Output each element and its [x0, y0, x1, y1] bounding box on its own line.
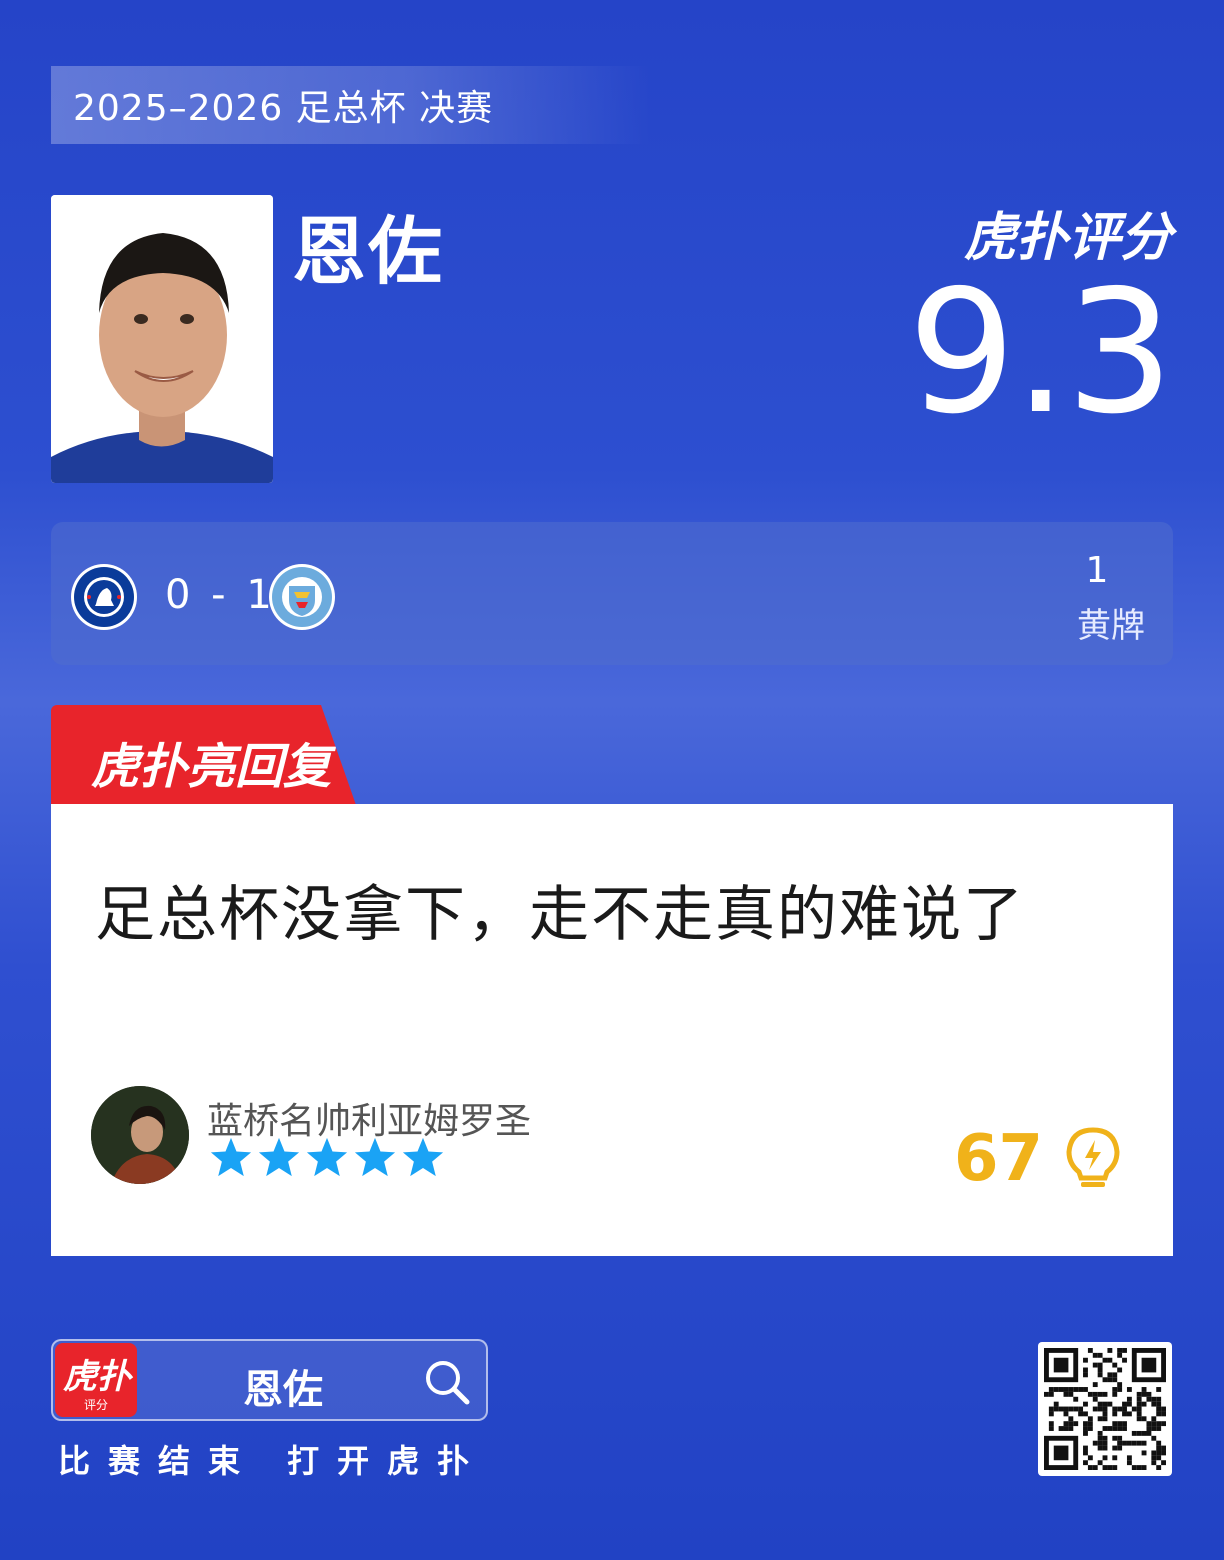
- open-app-prompt: 比赛结束 打开虎扑: [58, 1442, 488, 1480]
- highlight-reply-title-text: 虎扑亮回复: [91, 739, 332, 795]
- search-query: 恩佐: [243, 1367, 323, 1413]
- reply-text: 足总杯没拿下，走不走真的难说了: [95, 880, 1025, 950]
- yellow-card-count: 1: [1085, 550, 1109, 591]
- user-avatar[interactable]: [91, 1086, 189, 1184]
- lightbulb-like-icon[interactable]: [1063, 1126, 1123, 1192]
- star-icon: [210, 1137, 252, 1177]
- like-count: 67: [953, 1122, 1043, 1196]
- reply-card[interactable]: 足总杯没拿下，走不走真的难说了 蓝桥名帅利亚姆罗圣 67: [51, 804, 1173, 1256]
- app-icon-title: 虎扑: [63, 1357, 131, 1397]
- match-score: 0 - 1: [165, 572, 276, 618]
- player-photo-icon: [51, 195, 273, 483]
- chelsea-badge-icon[interactable]: [69, 562, 139, 632]
- search-bar[interactable]: 虎扑 评分 恩佐: [51, 1339, 488, 1421]
- man-city-badge-icon[interactable]: [267, 562, 337, 632]
- player-name: 恩佐: [292, 209, 444, 295]
- star-icon: [402, 1137, 444, 1177]
- player-portrait: [51, 195, 273, 483]
- highlight-reply-title: 虎扑亮回复: [91, 727, 331, 797]
- app-icon-subtitle: 评分: [83, 1398, 108, 1412]
- rating-score: 9.3: [907, 254, 1174, 452]
- qr-code-icon: [1044, 1348, 1166, 1470]
- hupu-app-icon[interactable]: 虎扑 评分: [55, 1343, 137, 1417]
- score-panel: 0 - 1 1 黄牌: [51, 522, 1173, 665]
- match-title: 2025–2026 足总杯 决赛: [51, 66, 651, 144]
- search-icon[interactable]: [424, 1359, 470, 1405]
- highlight-reply-banner: 虎扑亮回复: [51, 705, 356, 805]
- star-icon: [258, 1137, 300, 1177]
- qr-code[interactable]: [1038, 1342, 1172, 1476]
- user-star-rating: [209, 1136, 445, 1178]
- star-icon: [354, 1137, 396, 1177]
- star-icon: [306, 1137, 348, 1177]
- yellow-card-label: 黄牌: [1077, 606, 1145, 646]
- avatar-photo-icon: [91, 1086, 189, 1184]
